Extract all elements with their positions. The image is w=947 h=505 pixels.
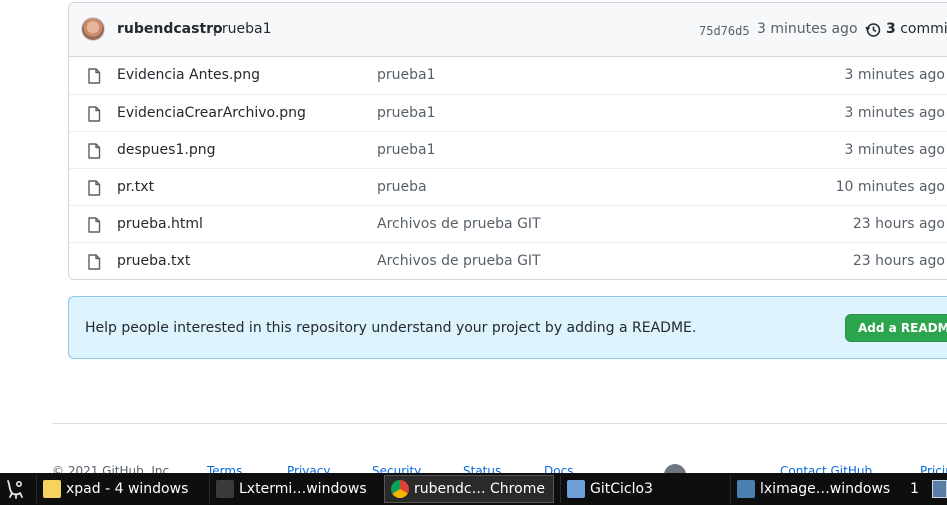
file-commit-message[interactable]: prueba [377, 179, 427, 195]
taskbar-item-label: lximage…windows [760, 481, 891, 497]
file-name[interactable]: pr.txt [117, 179, 154, 195]
taskbar-item-label: Lxtermi…windows [239, 481, 367, 497]
taskbar-item-folder[interactable]: GitCiclo3 [560, 475, 722, 503]
file-row[interactable]: prueba.txt Archivos de prueba GIT 23 hours… [69, 242, 947, 279]
taskbar-item-label: rubendc… Chrome [414, 481, 545, 497]
file-commit-message[interactable]: prueba1 [377, 142, 436, 158]
file-commit-time: 23 hours ago [852, 253, 945, 269]
file-name[interactable]: Evidencia Antes.png [117, 67, 260, 83]
chrome-icon [391, 480, 409, 498]
sticky-note-icon [43, 480, 61, 498]
file-row[interactable]: Evidencia Antes.png prueba1 3 minutes ago [69, 57, 947, 94]
commit-message[interactable]: prueba1 [213, 21, 272, 37]
commit-count: 3 [886, 21, 896, 37]
commit-time: 3 minutes ago [757, 21, 858, 37]
commit-count-label: commits [900, 21, 947, 37]
taskbar-item-chrome[interactable]: rubendc… Chrome [384, 475, 554, 503]
image-viewer-icon [737, 480, 755, 498]
readme-prompt-text: Help people interested in this repositor… [85, 320, 697, 336]
file-row[interactable]: pr.txt prueba 10 minutes ago [69, 168, 947, 205]
add-readme-button[interactable]: Add a README [845, 314, 947, 342]
taskbar: xpad - 4 windows Lxtermi…windows rubendc… … [0, 473, 947, 505]
taskbar-item-label: xpad - 4 windows [66, 481, 189, 497]
taskbar-item-sticky-note[interactable]: xpad - 4 windows [36, 475, 204, 503]
file-name[interactable]: despues1.png [117, 142, 215, 158]
file-commit-message[interactable]: Archivos de prueba GIT [377, 253, 541, 269]
folder-icon [567, 480, 585, 498]
file-name[interactable]: prueba.html [117, 216, 203, 232]
footer-divider [52, 423, 947, 424]
file-icon [88, 68, 101, 84]
desktop-number[interactable]: 1 [910, 481, 919, 497]
history-icon[interactable] [865, 22, 881, 38]
file-icon [88, 143, 101, 159]
taskbar-item-terminal[interactable]: Lxtermi…windows [209, 475, 379, 503]
file-icon [88, 217, 101, 233]
file-icon [88, 106, 101, 122]
file-list: rubendcastro prueba1 75d76d5 3 minutes a… [68, 2, 947, 280]
file-commit-time: 3 minutes ago [844, 142, 945, 158]
tray-icon[interactable] [932, 480, 947, 498]
file-commit-time: 10 minutes ago [835, 179, 945, 195]
file-commit-message[interactable]: Archivos de prueba GIT [377, 216, 541, 232]
file-name[interactable]: EvidenciaCrearArchivo.png [117, 105, 306, 121]
start-menu-icon[interactable] [4, 478, 26, 500]
readme-banner: Help people interested in this repositor… [68, 296, 947, 359]
terminal-icon [216, 480, 234, 498]
file-row[interactable]: despues1.png prueba1 3 minutes ago [69, 131, 947, 168]
taskbar-item-label: GitCiclo3 [590, 481, 653, 497]
file-row[interactable]: EvidenciaCrearArchivo.png prueba1 3 minute… [69, 94, 947, 131]
file-commit-message[interactable]: prueba1 [377, 105, 436, 121]
file-commit-time: 23 hours ago [852, 216, 945, 232]
latest-commit-bar: rubendcastro prueba1 75d76d5 3 minutes a… [69, 3, 947, 57]
file-name[interactable]: prueba.txt [117, 253, 190, 269]
commit-author[interactable]: rubendcastro [117, 21, 223, 37]
taskbar-item-image-viewer[interactable]: lximage…windows [730, 475, 898, 503]
commit-count-link[interactable]: 3 commits [886, 21, 947, 37]
file-commit-time: 3 minutes ago [844, 105, 945, 121]
file-commit-message[interactable]: prueba1 [377, 67, 436, 83]
file-commit-time: 3 minutes ago [844, 67, 945, 83]
file-row[interactable]: prueba.html Archivos de prueba GIT 23 hour… [69, 205, 947, 242]
file-icon [88, 180, 101, 196]
avatar[interactable] [81, 17, 105, 41]
file-icon [88, 254, 101, 270]
commit-sha[interactable]: 75d76d5 [699, 24, 750, 38]
